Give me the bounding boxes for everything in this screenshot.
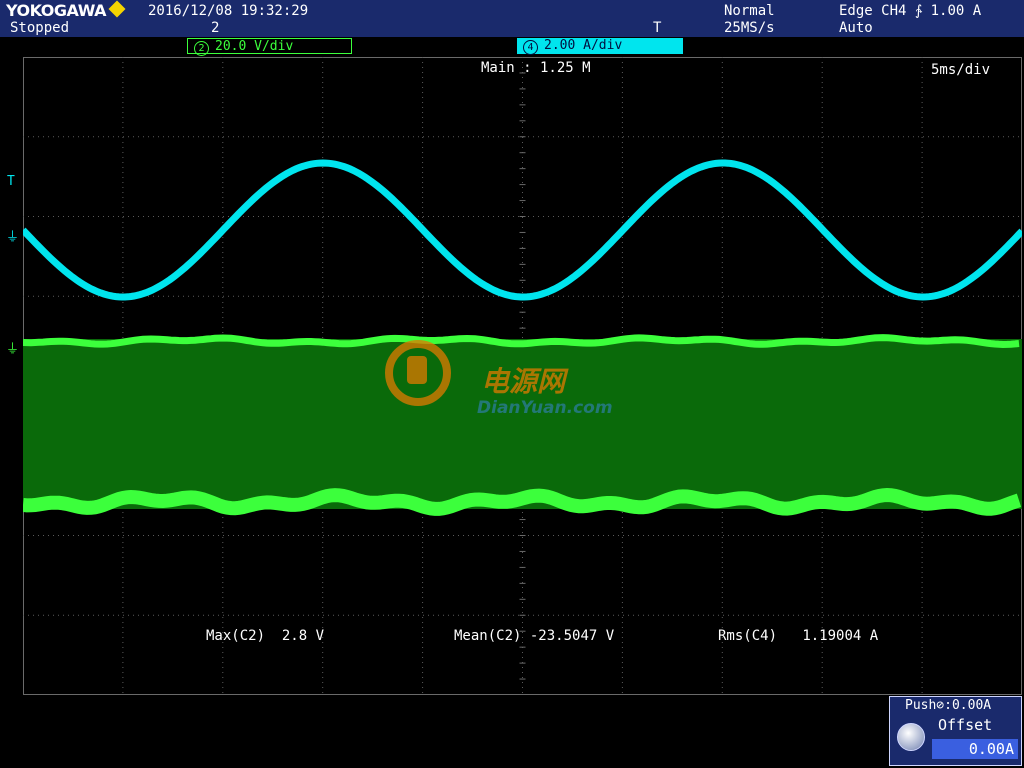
timebase-scale[interactable]: 5ms/div	[931, 62, 990, 78]
measurement-value: 1.19004 A	[802, 628, 879, 644]
offset-push-label: Push⊘:0.00A	[905, 698, 992, 713]
ch2-ground-marker[interactable]: ⏚	[6, 338, 19, 357]
ch4-trace	[23, 159, 1022, 301]
acquisition-count: 2	[211, 20, 220, 36]
measurement-label: Max(C2)	[206, 628, 266, 644]
ch4-scale: 2.00 A/div	[544, 38, 623, 53]
sample-rate: 25MS/s	[724, 20, 775, 36]
measurement-value: 2.8 V	[281, 628, 325, 644]
brand-logo: YOKOGAWA	[6, 1, 107, 20]
ch4-number: 4	[523, 40, 538, 55]
measurement-max-c2: Max(C2) 2.8 V	[206, 628, 324, 644]
offset-value-field[interactable]: 0.00A	[932, 739, 1018, 759]
trigger-sweep[interactable]: Auto	[839, 20, 873, 36]
dianyuan-watermark: 电源网 DianYuan.com	[385, 338, 655, 428]
ch2-scale-badge[interactable]: 2 20.0 V/div	[187, 38, 352, 56]
offset-label: Offset	[938, 716, 993, 734]
measurement-value: -23.5047 V	[529, 628, 615, 644]
brand-diamond-icon	[108, 0, 126, 18]
trigger-mode[interactable]: Normal	[724, 3, 775, 19]
acquisition-status: Stopped	[10, 20, 70, 36]
ch4-ground-marker[interactable]: ⏚	[6, 226, 19, 245]
trigger-level-marker[interactable]: T	[7, 174, 15, 189]
watermark-plug-icon	[407, 356, 427, 384]
measurement-label: Rms(C4)	[718, 628, 778, 644]
ch4-scale-badge[interactable]: 4 2.00 A/div	[517, 38, 683, 55]
trigger-setting[interactable]: Edge CH4 ∱ 1.00 A	[839, 3, 981, 19]
offset-knob-icon[interactable]	[897, 723, 925, 751]
trigger-position-marker: T	[653, 20, 662, 36]
measurement-mean-c2: Mean(C2) -23.5047 V	[454, 628, 614, 644]
measurement-rms-c4: Rms(C4) 1.19004 A	[718, 628, 878, 644]
measurement-label: Mean(C2)	[454, 628, 522, 644]
ch2-number: 2	[194, 41, 209, 56]
main-record-length: Main : 1.25 M	[481, 60, 591, 76]
status-bar: YOKOGAWA Stopped 2016/12/08 19:32:29 2 T…	[0, 0, 1024, 37]
timestamp: 2016/12/08 19:32:29	[148, 3, 309, 19]
watermark-cn-text: 电源网	[481, 365, 566, 398]
watermark-en-text: DianYuan.com	[477, 398, 613, 418]
ch2-scale: 20.0 V/div	[215, 39, 294, 54]
offset-panel[interactable]: Push⊘:0.00A Offset 0.00A	[889, 696, 1022, 766]
